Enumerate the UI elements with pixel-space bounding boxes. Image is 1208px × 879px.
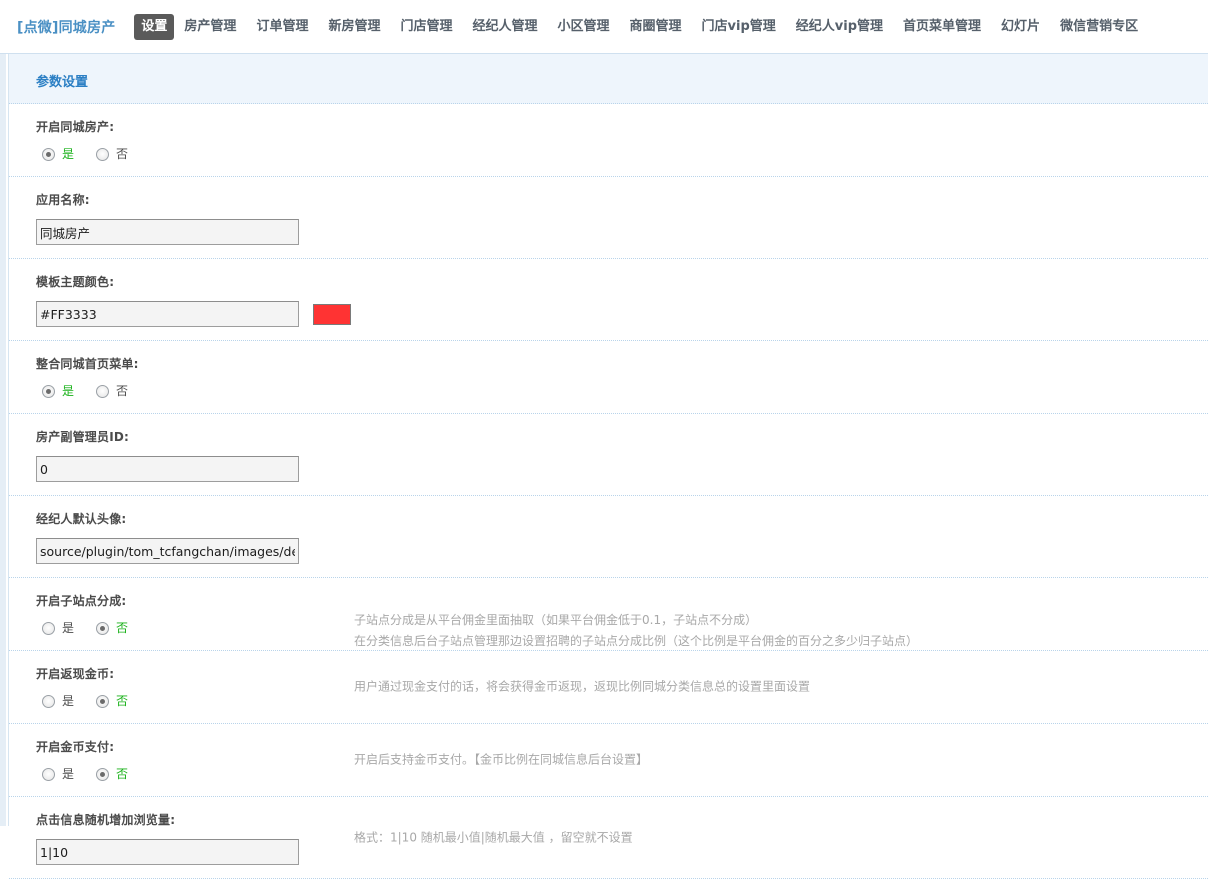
panel-header: 参数设置: [9, 54, 1208, 104]
row-label: 应用名称:: [36, 193, 90, 207]
setting-row-enable-substation-share: 开启子站点分成: 是 否 子站点分成是从平台佣金里面抽取（如果平台佣金低于0.1…: [9, 578, 1208, 651]
hint-line-1: 子站点分成是从平台佣金里面抽取（如果平台佣金低于0.1，子站点不分成）: [354, 613, 758, 627]
nav-item-homepage-menu-management[interactable]: 首页菜单管理: [893, 14, 991, 40]
radio-yes-label: 是: [62, 694, 75, 708]
theme-color-input[interactable]: [36, 301, 299, 327]
radio-option-yes[interactable]: 是: [42, 695, 74, 708]
row-label: 经纪人默认头像:: [36, 512, 127, 526]
nav-item-agent-vip-management[interactable]: 经纪人vip管理: [786, 14, 893, 40]
nav-item-store-management[interactable]: 门店管理: [390, 14, 462, 40]
nav-item-business-district-management[interactable]: 商圈管理: [620, 14, 692, 40]
radio-yes-label: 是: [62, 384, 75, 398]
nav-item-slideshow[interactable]: 幻灯片: [991, 14, 1050, 40]
row-label: 点击信息随机增加浏览量:: [36, 813, 176, 827]
radio-no-icon[interactable]: [96, 695, 110, 708]
substation-share-hint: 子站点分成是从平台佣金里面抽取（如果平台佣金低于0.1，子站点不分成） 在分类信…: [354, 610, 918, 652]
radio-option-no[interactable]: 否: [96, 148, 128, 161]
nav-item-agent-management[interactable]: 经纪人管理: [462, 14, 547, 40]
nav-item-community-management[interactable]: 小区管理: [548, 14, 620, 40]
setting-row-merge-homepage-menu: 整合同城首页菜单: 是 否: [9, 341, 1208, 414]
app-name-input[interactable]: [36, 219, 299, 245]
setting-row-theme-color: 模板主题颜色:: [9, 259, 1208, 341]
deputy-admin-id-input[interactable]: [36, 456, 299, 482]
row-label: 整合同城首页菜单:: [36, 357, 139, 371]
setting-row-agent-default-avatar: 经纪人默认头像:: [9, 496, 1208, 578]
nav-item-house-management[interactable]: 房产管理: [174, 14, 246, 40]
row-label: 模板主题颜色:: [36, 275, 115, 289]
radio-option-no[interactable]: 否: [96, 385, 128, 398]
radio-group-enable-tongcheng-fangchan: 是 否: [42, 146, 1208, 163]
radio-no-label: 否: [116, 767, 129, 781]
radio-yes-icon[interactable]: [42, 385, 55, 398]
radio-no-icon[interactable]: [96, 148, 110, 161]
hint-line-2: 在分类信息后台子站点管理那边设置招聘的子站点分成比例（这个比例是平台佣金的百分之…: [354, 634, 919, 648]
random-view-increment-input[interactable]: [36, 839, 299, 865]
radio-no-icon[interactable]: [96, 768, 110, 781]
nav-item-store-vip-management[interactable]: 门店vip管理: [692, 14, 786, 40]
setting-row-random-view-increment: 点击信息随机增加浏览量: 格式：1|10 随机最小值|随机最大值 ，留空就不设置: [9, 797, 1208, 879]
theme-color-swatch[interactable]: [313, 303, 351, 325]
setting-row-deputy-admin-id: 房产副管理员ID:: [9, 414, 1208, 496]
radio-option-yes[interactable]: 是: [42, 622, 74, 635]
radio-yes-icon[interactable]: [42, 622, 55, 635]
radio-option-yes[interactable]: 是: [42, 768, 74, 781]
radio-yes-label: 是: [62, 767, 75, 781]
nav-item-new-house-management[interactable]: 新房管理: [318, 14, 390, 40]
setting-row-enable-coin-rebate: 开启返现金币: 是 否 用户通过现金支付的话，将会获得金币返现，返现比例同城分类…: [9, 651, 1208, 724]
row-label: 开启同城房产:: [36, 120, 115, 134]
nav-item-list: 设置 房产管理 订单管理 新房管理 门店管理 经纪人管理 小区管理 商圈管理 门…: [134, 13, 1148, 40]
app-brand-title: [点微]同城房产: [17, 19, 116, 36]
settings-panel: 参数设置 开启同城房产: 是 否 应用名称: 模板主题颜色: 整合同城首页菜单:: [8, 54, 1208, 879]
radio-option-no[interactable]: 否: [96, 695, 128, 708]
radio-yes-label: 是: [62, 147, 75, 161]
radio-yes-label: 是: [62, 621, 75, 635]
content-frame: 参数设置 开启同城房产: 是 否 应用名称: 模板主题颜色: 整合同城首页菜单:: [0, 54, 1208, 879]
radio-no-label: 否: [116, 621, 129, 635]
row-label: 房产副管理员ID:: [36, 430, 130, 444]
theme-color-controls: [36, 301, 1208, 327]
coin-payment-hint: 开启后支持金币支付。【金币比例在同城信息后台设置】: [354, 752, 649, 767]
random-view-increment-hint: 格式：1|10 随机最小值|随机最大值 ，留空就不设置: [354, 830, 633, 844]
setting-row-enable-coin-payment: 开启金币支付: 是 否 开启后支持金币支付。【金币比例在同城信息后台设置】: [9, 724, 1208, 797]
radio-option-no[interactable]: 否: [96, 622, 128, 635]
radio-yes-icon[interactable]: [42, 695, 55, 708]
agent-default-avatar-input[interactable]: [36, 538, 299, 564]
radio-yes-icon[interactable]: [42, 768, 55, 781]
radio-no-label: 否: [116, 694, 129, 708]
panel-title: 参数设置: [36, 75, 89, 90]
radio-no-icon[interactable]: [96, 385, 110, 398]
radio-no-label: 否: [116, 384, 129, 398]
radio-option-yes[interactable]: 是: [42, 385, 74, 398]
radio-yes-icon[interactable]: [42, 148, 55, 161]
coin-rebate-hint: 用户通过现金支付的话，将会获得金币返现，返现比例同城分类信息总的设置里面设置: [354, 679, 811, 694]
row-label: 开启子站点分成:: [36, 594, 127, 608]
nav-item-settings[interactable]: 设置: [134, 13, 175, 40]
nav-item-wechat-marketing-zone[interactable]: 微信营销专区: [1050, 14, 1148, 40]
radio-no-label: 否: [116, 147, 129, 161]
radio-option-yes[interactable]: 是: [42, 148, 74, 161]
setting-row-enable-tongcheng-fangchan: 开启同城房产: 是 否: [9, 104, 1208, 177]
nav-item-order-management[interactable]: 订单管理: [246, 14, 318, 40]
setting-row-app-name: 应用名称:: [9, 177, 1208, 259]
top-navigation-bar: [点微]同城房产 设置 房产管理 订单管理 新房管理 门店管理 经纪人管理 小区…: [0, 0, 1208, 54]
radio-no-icon[interactable]: [96, 622, 110, 635]
radio-group-merge-homepage-menu: 是 否: [42, 383, 1208, 400]
radio-option-no[interactable]: 否: [96, 768, 128, 781]
